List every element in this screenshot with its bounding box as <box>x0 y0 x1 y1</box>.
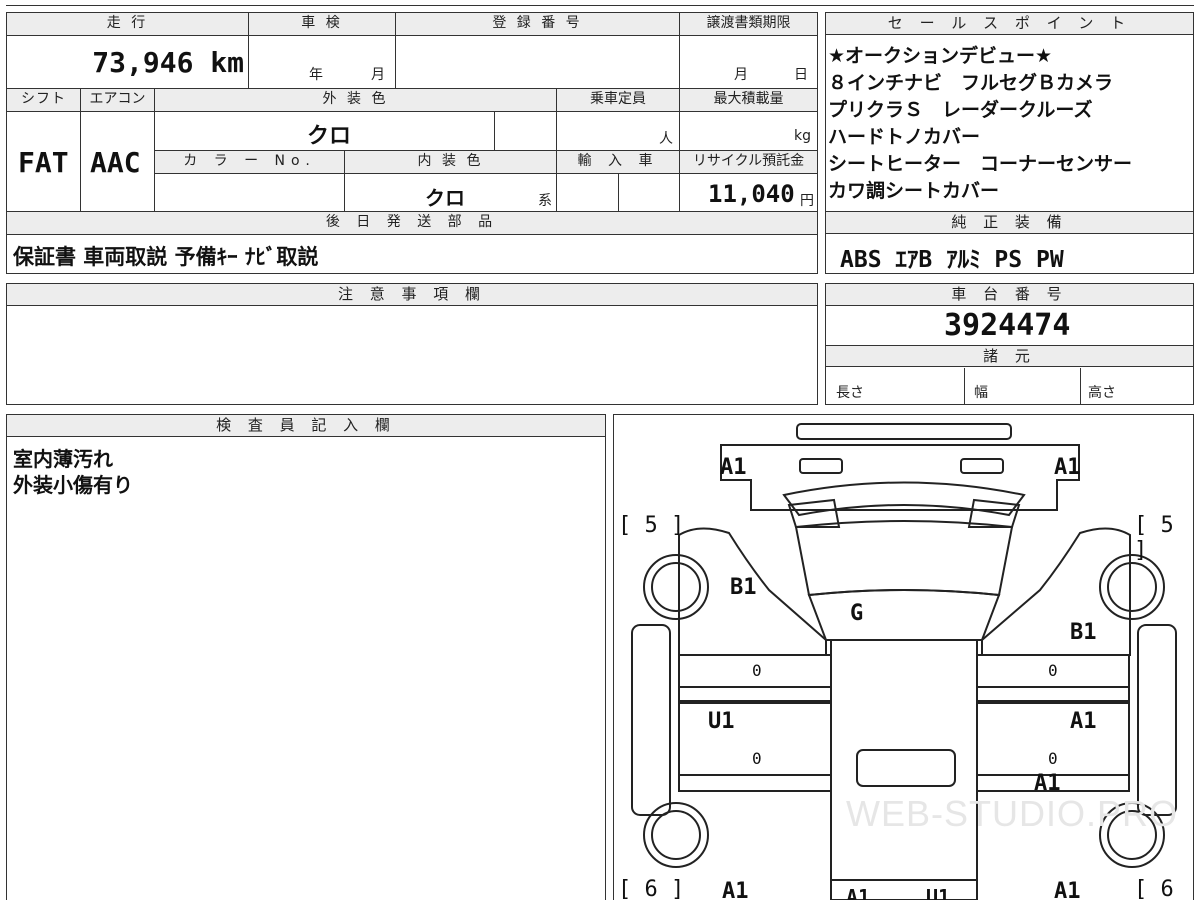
transfer-day: 日 <box>794 67 808 83</box>
recycle-value: 11,040 <box>708 180 795 208</box>
max-load-unit: kg <box>794 128 811 144</box>
bracket-front-left: [ 5 ] <box>618 513 685 538</box>
watermark: WEB-STUDIO.PRO <box>846 793 1179 834</box>
height-label: 高さ <box>1088 385 1116 401</box>
mileage-value: 73,946 km <box>92 46 244 79</box>
width-label: 幅 <box>974 385 988 401</box>
interior-color-cell: クロ 系 <box>344 173 557 212</box>
inspector-label: 検 査 員 記 入 欄 <box>7 415 605 437</box>
registration-cell <box>395 35 680 89</box>
chassis-label: 車 台 番 号 <box>826 284 1193 306</box>
specs-label: 諸 元 <box>826 345 1193 367</box>
transfer-deadline-label: 譲渡書類期限 <box>679 12 818 36</box>
panel-zero: 0 <box>752 661 762 680</box>
later-parts-cell: 保証書 車両取説 予備ｷｰ ﾅﾋﾞ取説 <box>6 234 818 274</box>
sales-points-list: ★オークションデビュー★ ８インチナビ フルセグＢカメラ プリクラＳ レーダーク… <box>828 43 1191 205</box>
recycle-label: リサイクル預託金 <box>679 150 818 174</box>
damage-mark: A1 <box>1054 455 1081 480</box>
interior-color-value: クロ <box>425 186 465 210</box>
color-no-cell <box>154 173 345 212</box>
bracket-rear-right: [ 6 ] <box>1134 877 1174 900</box>
spec-divider-1 <box>964 368 965 405</box>
capacity-unit: 人 <box>659 131 673 147</box>
exterior-color-cell: クロ <box>154 111 495 151</box>
length-label: 長さ <box>836 385 864 401</box>
recycle-cell: 11,040 円 <box>679 173 818 212</box>
damage-mark: A1 <box>846 885 871 900</box>
damage-mark: A1 <box>1054 879 1081 900</box>
shaken-label: 車 検 <box>248 12 396 36</box>
recycle-unit: 円 <box>800 193 814 209</box>
vehicle-info-table: 走 行 車 検 登 録 番 号 譲渡書類期限 73,946 km 年 月 月 日… <box>6 12 818 274</box>
shaken-month: 月 <box>371 67 385 83</box>
inspector-line: 室内薄汚れ <box>13 447 113 471</box>
sales-point-line: プリクラＳ レーダークルーズ <box>828 99 1093 121</box>
later-parts-label: 後 日 発 送 部 品 <box>6 211 818 235</box>
mileage-label: 走 行 <box>6 12 249 36</box>
import-cell-2 <box>618 173 680 212</box>
ac-value: AAC <box>90 146 141 179</box>
damage-mark: A1 <box>1070 709 1097 734</box>
transfer-deadline-cell: 月 日 <box>679 35 818 89</box>
transfer-month: 月 <box>734 67 748 83</box>
sales-points-box: セ ー ル ス ポ イ ン ト ★オークションデビュー★ ８インチナビ フルセグ… <box>825 12 1194 212</box>
damage-mark: G <box>850 601 864 626</box>
later-parts-value: 保証書 車両取説 予備ｷｰ ﾅﾋﾞ取説 <box>13 245 319 269</box>
color-no-label: カ ラ ー No. <box>154 150 345 174</box>
chassis-number: 3924474 <box>944 308 1071 343</box>
panel-zero: 0 <box>1048 749 1058 768</box>
capacity-cell: 人 <box>556 111 680 151</box>
bracket-rear-left: [ 6 ] <box>618 877 685 900</box>
panel-zero: 0 <box>752 749 762 768</box>
max-load-label: 最大積載量 <box>679 88 818 112</box>
sales-point-line: ハードトノカバー <box>828 126 981 148</box>
registration-label: 登 録 番 号 <box>395 12 680 36</box>
inspector-box: 検 査 員 記 入 欄 室内薄汚れ 外装小傷有り <box>6 414 606 900</box>
notes-label: 注 意 事 項 欄 <box>7 284 817 306</box>
damage-diagram-box: WEB-STUDIO.PRO [ 5 ] [ 5 ] [ 6 ] [ 6 ] A… <box>613 414 1194 900</box>
ac-label: エアコン <box>80 88 155 112</box>
damage-mark: A1 <box>722 879 749 900</box>
spec-divider-2 <box>1080 368 1081 405</box>
damage-mark: A1 <box>720 455 747 480</box>
genuine-equipment-items: ABS ｴｱB ｱﾙﾐ PS PW <box>840 247 1064 273</box>
capacity-label: 乗車定員 <box>556 88 680 112</box>
exterior-color-value: クロ <box>307 124 352 149</box>
bracket-front-right: [ 5 ] <box>1134 513 1174 563</box>
shift-value: FAT <box>18 146 69 179</box>
panel-zero: 0 <box>1048 661 1058 680</box>
chassis-box: 車 台 番 号 3924474 諸 元 長さ 幅 高さ <box>825 283 1194 405</box>
top-edge-strip <box>6 0 1194 6</box>
shaken-cell: 年 月 <box>248 35 396 89</box>
mileage-cell: 73,946 km <box>6 35 249 89</box>
damage-mark: U1 <box>708 709 735 734</box>
interior-color-label: 内 装 色 <box>344 150 557 174</box>
damage-mark: B1 <box>1070 620 1097 645</box>
import-label: 輸 入 車 <box>556 150 680 174</box>
shift-label: シフト <box>6 88 81 112</box>
genuine-equipment-box: 純 正 装 備 ABS ｴｱB ｱﾙﾐ PS PW <box>825 211 1194 274</box>
import-cell-1 <box>556 173 619 212</box>
sales-point-line: ８インチナビ フルセグＢカメラ <box>828 72 1114 94</box>
exterior-color-extra <box>494 111 557 151</box>
damage-mark: A1 <box>1034 771 1061 796</box>
sales-points-label: セ ー ル ス ポ イ ン ト <box>826 13 1193 35</box>
genuine-equipment-label: 純 正 装 備 <box>826 212 1193 234</box>
damage-mark: U1 <box>926 885 951 900</box>
shift-cell: FAT <box>6 111 81 212</box>
sales-point-line: シートヒーター コーナーセンサー <box>828 153 1133 175</box>
max-load-cell: kg <box>679 111 818 151</box>
damage-mark: B1 <box>730 575 757 600</box>
exterior-color-label: 外 装 色 <box>154 88 557 112</box>
notes-box: 注 意 事 項 欄 <box>6 283 818 405</box>
sales-point-line: カワ調シートカバー <box>828 180 1000 202</box>
ac-cell: AAC <box>80 111 155 212</box>
inspector-line: 外装小傷有り <box>13 473 133 497</box>
shaken-year: 年 <box>309 67 323 83</box>
sales-point-line: ★オークションデビュー★ <box>828 45 1053 67</box>
interior-color-suffix: 系 <box>538 193 552 209</box>
